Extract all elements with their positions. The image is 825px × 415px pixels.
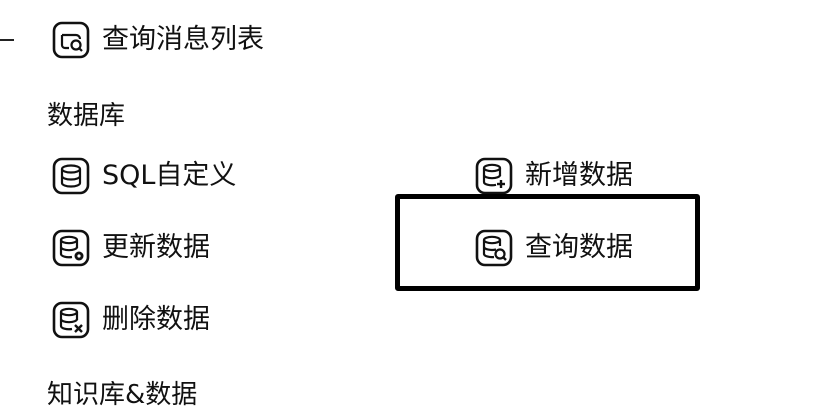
database-update-icon (52, 229, 90, 267)
node-label: 查询消息列表 (102, 24, 264, 55)
database-delete-icon (52, 301, 90, 339)
database-search-icon (475, 229, 513, 267)
node-label: 新增数据 (525, 160, 633, 191)
section-title-knowledge: 知识库&数据 (47, 380, 198, 410)
node-query-data[interactable]: 查询数据 (475, 226, 633, 270)
node-label: 删除数据 (102, 304, 210, 335)
node-delete-data[interactable]: 删除数据 (52, 298, 210, 342)
divider-edge (0, 39, 14, 41)
node-sql-custom[interactable]: SQL自定义 (52, 154, 236, 198)
message-search-icon (52, 21, 90, 59)
node-label: 更新数据 (102, 232, 210, 263)
node-update-data[interactable]: 更新数据 (52, 226, 210, 270)
node-label: 查询数据 (525, 232, 633, 263)
database-add-icon (475, 157, 513, 195)
node-query-message-list[interactable]: 查询消息列表 (52, 18, 264, 62)
database-icon (52, 157, 90, 195)
node-add-data[interactable]: 新增数据 (475, 154, 633, 198)
node-label: SQL自定义 (102, 160, 237, 191)
section-title-database: 数据库 (47, 101, 126, 131)
